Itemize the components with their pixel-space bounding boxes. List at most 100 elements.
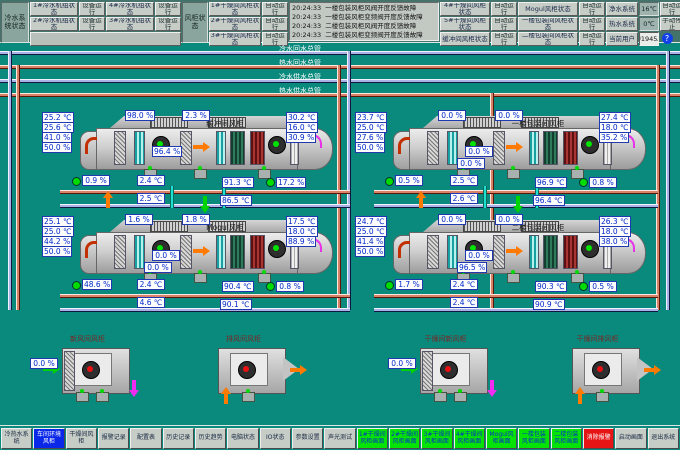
bottom-button-19[interactable]: 启动画面 (615, 428, 646, 449)
water-temp-value: 16℃ (639, 2, 659, 16)
hot-return-temp-box: 96.4 ℃ (533, 195, 565, 206)
bottom-button-6[interactable]: 历史趋势 (195, 428, 226, 449)
chiller-status-button[interactable]: 3#冷水机组状态 (106, 17, 154, 31)
chilled-valve-icon[interactable] (385, 281, 394, 290)
bottom-button-17[interactable]: 二楼包装风柜画面 (551, 428, 582, 449)
fan-speed-box: 0.0 % (457, 158, 485, 169)
hot-valve-icon[interactable] (579, 282, 588, 291)
fan-status-grid-right: 4#干燥间风柜状态自动运行5#干燥间风柜状态自动运行缓冲间风柜状态自动运行 (440, 2, 517, 42)
ahu-status-button[interactable]: 2#干燥间风柜状态 (209, 17, 261, 31)
chiller-status-button[interactable]: 2#冷水机组状态 (30, 17, 78, 31)
damper-position-box: 98.0 % (125, 110, 155, 121)
ahu-status-button[interactable]: 缓冲间风柜状态 (440, 32, 490, 46)
bottom-button-8[interactable]: IO状态 (260, 428, 291, 449)
water-system-button[interactable]: 热水系统 (606, 17, 638, 31)
bottom-button-3[interactable]: 报警记录 (98, 428, 129, 449)
bottom-button-10[interactable]: 声光测试 (324, 428, 355, 449)
bottom-button-7[interactable]: 电脑状态 (227, 428, 258, 449)
bottom-button-18[interactable]: 消除报警 (583, 428, 614, 449)
bottom-button-9[interactable]: 参数设置 (292, 428, 323, 449)
fan-speed-box: 0.0 % (465, 250, 493, 261)
damper-section (493, 235, 505, 269)
humidity-setpoint-box: 50.0 % (42, 246, 72, 257)
bottom-button-14[interactable]: 4#干燥间风柜画面 (454, 428, 485, 449)
hot-valve-icon[interactable] (579, 178, 588, 187)
water-system-button[interactable]: 净水系统 (606, 2, 638, 16)
alarm-row: 20:24:33二楼包装风柜风阀开度反馈故障 (292, 22, 436, 31)
riser-pipe (16, 65, 20, 310)
current-user-label: 当前用户 (606, 32, 638, 46)
supply-humidity-box: 35.2 % (599, 132, 629, 143)
alarm-time: 20:24:33 (292, 4, 321, 13)
ahu-status-button[interactable]: 一楼包装间风柜状态 (518, 17, 578, 31)
heating-coil (250, 131, 265, 165)
hot-valve-icon[interactable] (266, 178, 275, 187)
hot-return-temp-box: 86.5 ℃ (220, 195, 252, 206)
supply-humidity-box: 88.9 % (286, 236, 316, 247)
ahu-status-value: 自动运行 (579, 2, 605, 16)
riser-pipe (8, 51, 12, 310)
bottom-nav-bar: 冷热水系统车间环境风柜干燥间风柜报警记录配置表历史记录历史趋势电脑状态IO状态参… (0, 425, 680, 450)
ahu-status-value: 自动运行 (491, 17, 517, 31)
damper-section (114, 235, 126, 269)
heating-coil (250, 235, 265, 269)
supply-humidity-box: 38.0 % (599, 236, 629, 247)
bottom-button-16[interactable]: 一楼包装风柜画面 (518, 428, 549, 449)
chilled-return-temp-box: 4.6 ℃ (137, 297, 165, 308)
fan-unit-title: 干燥间新风柜 (388, 334, 503, 344)
chiller-status-button[interactable]: 4#冷水机组状态 (106, 2, 154, 16)
intake-arrow-icon (224, 394, 228, 404)
damper-position-box: 2.3 % (182, 110, 210, 121)
damper-section (114, 131, 126, 165)
bottom-button-2[interactable]: 干燥间风柜 (66, 428, 97, 449)
hot-return-temp-box: 90.9 ℃ (533, 299, 565, 310)
bottom-button-4[interactable]: 配置表 (130, 428, 161, 449)
damper-section (427, 131, 439, 165)
ahu-unit: 25.1 ℃ 25.0 ℃ 44.2 % 50.0 % M (40, 210, 340, 316)
chilled-valve-icon[interactable] (385, 177, 394, 186)
exhaust-air-arrow-icon (106, 198, 110, 208)
bottom-button-13[interactable]: 3#干燥间风柜画面 (421, 428, 452, 449)
exhaust-arrow-icon (290, 368, 300, 372)
fan-speed-box: 0.0 % (152, 250, 180, 261)
alarm-row: 20:24:33一楼包装风柜变频阀开度反馈故障 (292, 13, 436, 22)
ahu-status-button[interactable]: 5#干燥间风柜状态 (440, 17, 490, 31)
bottom-button-1[interactable]: 车间环境风柜 (33, 428, 64, 449)
intake-louver (422, 351, 433, 391)
humidity-setpoint-box: 50.0 % (355, 246, 385, 257)
hot-supply-temp-box: 90.4 ℃ (222, 281, 254, 292)
pipe-label-hot-return: 热水回水总管 (235, 58, 365, 68)
chilled-valve-box: 1.7 % (395, 279, 423, 290)
bottom-button-15[interactable]: Mogul风柜画面 (486, 428, 517, 449)
ahu-status-value: 自动运行 (491, 32, 517, 46)
water-system-grid: 净水系统16℃自动运行热水系统0℃手动停止当前用户U1945A? (606, 2, 680, 42)
bottom-button-11[interactable]: 1#干燥间风柜画面 (357, 428, 388, 449)
chilled-valve-icon[interactable] (72, 281, 81, 290)
ahu-status-button[interactable]: 1#干燥间风柜状态 (209, 2, 261, 16)
damper-actuator-icon (454, 392, 467, 402)
bottom-button-5[interactable]: 历史记录 (163, 428, 194, 449)
bottom-button-20[interactable]: 退出系统 (648, 428, 679, 449)
chilled-supply-temp-box: 2.5 ℃ (450, 175, 478, 186)
hot-valve-box: 0.8 % (276, 281, 304, 292)
inlet-duct-icon (398, 137, 410, 154)
damper-position-box: 0.0 % (438, 110, 466, 121)
ahu-status-button[interactable]: 4#干燥间风柜状态 (440, 2, 490, 16)
inlet-duct-icon (85, 137, 97, 154)
ahu-status-button[interactable]: Mogul风柜状态 (518, 2, 578, 16)
pipe-label-cold-return: 冷水回水总管 (235, 44, 365, 54)
bottom-button-12[interactable]: 2#干燥间风柜画面 (389, 428, 420, 449)
fan-unit-title: 干燥间排风柜 (540, 334, 655, 344)
alarm-list[interactable]: 20:24:33一楼包装风柜风阀开度反馈故障20:24:33一楼包装风柜变频阀开… (289, 2, 439, 41)
chilled-return-temp-box: 2.6 ℃ (450, 193, 478, 204)
chilled-valve-icon[interactable] (72, 177, 81, 186)
ahu-status-button[interactable]: 二楼包装间风柜状态 (518, 32, 578, 46)
chiller-status-value: 设备运行 (155, 17, 181, 31)
chilled-return-temp-box: 2.5 ℃ (137, 193, 165, 204)
supply-air-arrow-icon (203, 196, 207, 206)
chiller-status-button[interactable]: 1#冷水机组状态 (30, 2, 78, 16)
bottom-button-0[interactable]: 冷热水系统 (1, 428, 32, 449)
fan-icon (440, 361, 458, 379)
hot-valve-icon[interactable] (266, 282, 275, 291)
help-button[interactable]: ? (660, 32, 674, 44)
